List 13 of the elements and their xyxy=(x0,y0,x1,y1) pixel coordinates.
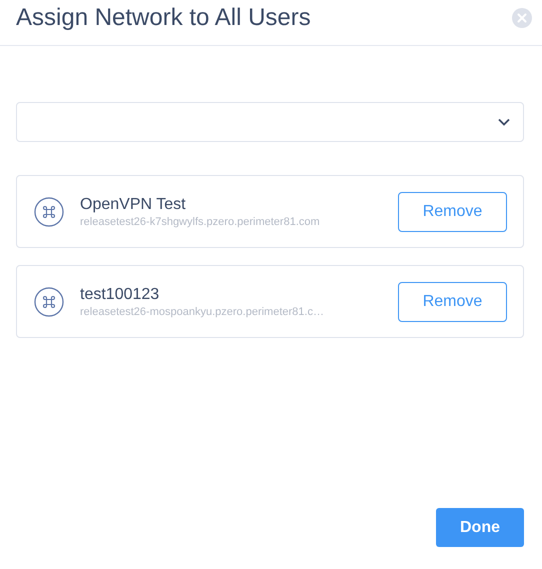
command-key-icon xyxy=(34,286,64,316)
dialog-title: Assign Network to All Users xyxy=(16,4,311,32)
remove-button[interactable]: Remove xyxy=(398,282,507,322)
close-icon[interactable] xyxy=(511,7,533,29)
command-key-icon xyxy=(34,196,64,226)
network-host: releasetest26-mospoankyu.pzero.perimeter81.c… xyxy=(80,304,325,318)
network-select[interactable] xyxy=(16,102,524,142)
network-host: releasetest26-k7shgwylfs.pzero.perimeter81.com xyxy=(80,214,321,228)
done-button[interactable]: Done xyxy=(436,508,524,547)
network-name: test100123 xyxy=(80,284,160,304)
chevron-down-icon xyxy=(497,117,511,127)
network-name: OpenVPN Test xyxy=(80,194,187,214)
remove-button[interactable]: Remove xyxy=(398,192,507,232)
